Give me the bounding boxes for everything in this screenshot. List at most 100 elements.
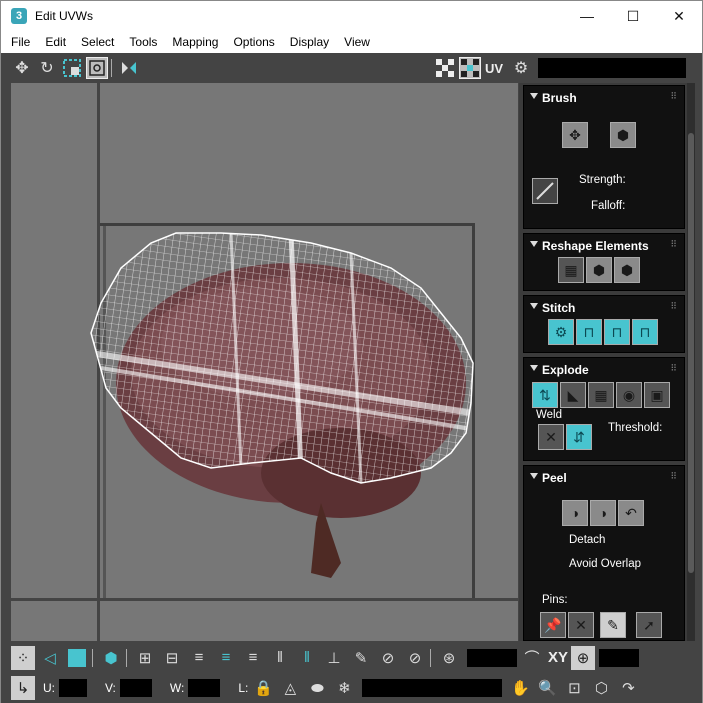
falloff-field[interactable] [467, 648, 517, 667]
relax-icon[interactable]: ⬢ [586, 257, 612, 283]
minimize-button[interactable]: — [564, 1, 610, 31]
paint-size-decrease-icon[interactable]: ⊘ [376, 646, 400, 670]
w-field[interactable] [188, 679, 221, 697]
stitch-to-source-icon[interactable]: ⊓ [576, 319, 602, 345]
flatten-by-material-icon[interactable]: ◉ [616, 382, 642, 408]
edge-mode-icon[interactable]: ◁ [38, 646, 62, 670]
filter-selected-icon[interactable]: ◬ [278, 676, 302, 700]
scale-icon[interactable] [61, 57, 83, 79]
collapse-caret-icon[interactable] [530, 303, 538, 309]
pin-icon[interactable]: 📌 [540, 612, 566, 638]
close-button[interactable]: ✕ [656, 1, 702, 31]
loop-icon[interactable]: ⊥ [322, 646, 346, 670]
ring-icon[interactable]: ≡ [241, 646, 265, 670]
pan-icon[interactable]: ✋ [508, 676, 532, 700]
scrollbar-thumb[interactable] [688, 133, 694, 573]
falloff-curve-icon[interactable]: ⌒ [520, 646, 544, 670]
paint-size-increase-icon[interactable]: ⊘ [403, 646, 427, 670]
u-field[interactable] [59, 679, 87, 697]
unpin-icon[interactable]: ✕ [568, 612, 594, 638]
collapse-caret-icon[interactable] [530, 93, 538, 99]
edge-distance-icon[interactable]: ⊕ [571, 645, 596, 670]
menu-options[interactable]: Options [233, 35, 274, 49]
paint-select-icon[interactable]: ✎ [349, 646, 373, 670]
grow-selection-icon[interactable]: ⊞ [133, 646, 157, 670]
zoom-region-icon[interactable]: ⊡ [562, 676, 586, 700]
select-pins-icon[interactable]: ➚ [636, 612, 662, 638]
break-icon[interactable]: ⇅ [532, 382, 558, 408]
vertex-mode-icon[interactable]: ⁘ [11, 645, 35, 670]
rollout-title-stitch[interactable]: Stitch [542, 301, 575, 315]
brain-uv-mesh[interactable] [11, 83, 518, 641]
freeze-icon[interactable]: ❄ [332, 676, 356, 700]
element-mode-icon[interactable]: ⬢ [99, 646, 123, 670]
flatten-by-smoothing-icon[interactable]: ▣ [644, 382, 670, 408]
loop-shrink-icon[interactable]: ‖ [268, 646, 292, 670]
weld-target-icon[interactable]: ⇵ [566, 424, 592, 450]
menu-mapping[interactable]: Mapping [172, 35, 218, 49]
soft-selection-icon[interactable]: ⊛ [437, 646, 461, 670]
ring-grow-icon[interactable]: ≡ [214, 646, 238, 670]
grip-icon[interactable]: ⠿ [670, 239, 678, 250]
reset-peel-icon[interactable]: ↶ [618, 500, 644, 526]
brush-stroke-icon[interactable] [532, 178, 558, 204]
v-field[interactable] [119, 679, 152, 697]
collapse-caret-icon[interactable] [530, 241, 538, 247]
avoid-overlap-label[interactable]: Avoid Overlap [569, 558, 641, 570]
rollout-title-brush[interactable]: Brush [542, 91, 577, 105]
loop-grow-icon[interactable]: ‖ [295, 646, 319, 670]
lock-icon[interactable]: 🔒 [251, 676, 275, 700]
auto-pin-icon[interactable]: ✎ [600, 612, 626, 638]
stitch-to-target-icon[interactable]: ⊓ [632, 319, 658, 345]
quick-peel-icon[interactable]: ◑ [562, 500, 588, 526]
polygon-mode-icon[interactable] [65, 646, 89, 670]
detach-edge-icon[interactable]: ◣ [560, 382, 586, 408]
xy-label[interactable]: XY [548, 649, 568, 666]
menu-tools[interactable]: Tools [129, 35, 157, 49]
selection-filter-dropdown[interactable] [362, 679, 503, 697]
edge-distance-field[interactable] [599, 648, 640, 667]
uv-settings-icon[interactable]: ⚙ [510, 57, 532, 79]
flatten-icon[interactable]: ▦ [588, 382, 614, 408]
checker-selected-icon[interactable] [458, 57, 481, 79]
ring-shrink-icon[interactable]: ≡ [187, 646, 211, 670]
checker-icon[interactable] [434, 57, 456, 79]
absolute-offset-icon[interactable]: ↳ [11, 676, 35, 700]
rollout-title-peel[interactable]: Peel [542, 471, 567, 485]
relax-brush-icon[interactable]: ⬢ [610, 122, 636, 148]
grip-icon[interactable]: ⠿ [670, 301, 678, 312]
rollout-title-explode[interactable]: Explode [542, 363, 589, 377]
grip-icon[interactable]: ⠿ [670, 363, 678, 374]
maximize-button[interactable]: ☐ [610, 1, 656, 31]
move-icon[interactable]: ✥ [11, 57, 33, 79]
panel-scrollbar[interactable] [687, 83, 695, 641]
freeform-icon[interactable] [86, 57, 108, 79]
uv-editor-viewport[interactable] [11, 83, 518, 641]
paint-move-icon[interactable]: ✥ [562, 122, 588, 148]
menu-view[interactable]: View [344, 35, 370, 49]
detach-label[interactable]: Detach [569, 534, 605, 546]
straighten-icon[interactable]: ▦ [558, 257, 584, 283]
menu-edit[interactable]: Edit [45, 35, 66, 49]
zoom-icon[interactable]: 🔍 [535, 676, 559, 700]
grip-icon[interactable]: ⠿ [670, 91, 678, 102]
rotate-icon[interactable]: ↻ [36, 57, 58, 79]
stitch-average-icon[interactable]: ⊓ [604, 319, 630, 345]
rollout-title-reshape[interactable]: Reshape Elements [542, 239, 649, 253]
collapse-caret-icon[interactable] [530, 473, 538, 479]
grip-icon[interactable]: ⠿ [670, 471, 678, 482]
stitch-custom-icon[interactable]: ⚙ [548, 319, 574, 345]
hide-icon[interactable]: ⬬ [305, 676, 329, 700]
collapse-caret-icon[interactable] [530, 365, 538, 371]
mirror-icon[interactable] [118, 57, 140, 79]
menu-select[interactable]: Select [81, 35, 114, 49]
menu-display[interactable]: Display [290, 35, 329, 49]
shrink-selection-icon[interactable]: ⊟ [160, 646, 184, 670]
peel-mode-icon[interactable]: ◑ [590, 500, 616, 526]
texture-dropdown[interactable] [538, 58, 686, 78]
snap-icon[interactable]: ↷ [616, 676, 640, 700]
relax-until-flat-icon[interactable]: ⬢ [614, 257, 640, 283]
weld-selected-icon[interactable]: ✕ [538, 424, 564, 450]
menu-file[interactable]: File [11, 35, 30, 49]
zoom-extents-icon[interactable]: ⬡ [589, 676, 613, 700]
